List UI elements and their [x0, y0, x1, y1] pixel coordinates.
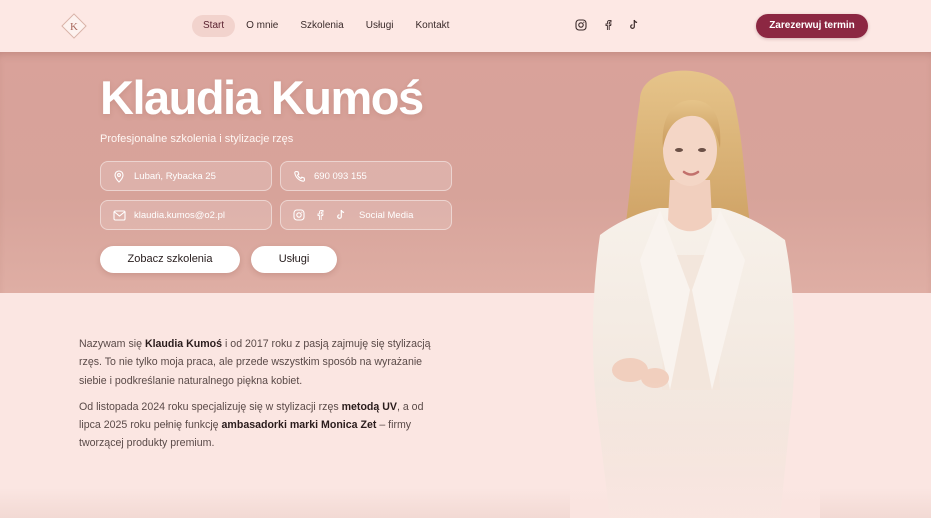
mail-icon	[112, 208, 126, 222]
logo-diamond-icon: K	[61, 13, 87, 39]
about-paragraph-2: Od listopada 2024 roku specjalizuję się …	[79, 400, 424, 450]
view-trainings-button[interactable]: Zobacz szkolenia	[100, 246, 240, 273]
instagram-icon[interactable]	[292, 208, 306, 222]
about-paragraph-1: Nazywam się Klaudia Kumoś i od 2017 roku…	[79, 338, 431, 387]
site-header: K Start O mnie Szkolenia Usługi Kontakt …	[0, 0, 931, 52]
nav-start[interactable]: Start	[192, 15, 236, 37]
book-appointment-button[interactable]: Zarezerwuj termin	[756, 14, 868, 38]
tiktok-icon[interactable]	[629, 19, 639, 31]
hero-subtitle: Profesjonalne szkolenia i stylizacje rzę…	[100, 133, 294, 145]
location-pill[interactable]: Lubań, Rybacka 25	[100, 161, 272, 191]
location-text: Lubań, Rybacka 25	[134, 170, 216, 182]
ambassador-highlight: ambasadorki marki Monica Zet	[221, 419, 377, 432]
phone-icon	[292, 169, 306, 183]
name-highlight: Klaudia Kumoś	[144, 338, 223, 350]
nav-uslugi[interactable]: Usługi	[355, 15, 405, 37]
about-section: Nazywam się Klaudia Kumoś i od 2017 roku…	[79, 335, 444, 461]
nav-o-mnie[interactable]: O mnie	[235, 15, 289, 37]
main-nav: Start O mnie Szkolenia Usługi Kontakt	[192, 15, 460, 37]
facebook-icon[interactable]	[603, 19, 613, 31]
logo[interactable]: K	[61, 13, 87, 39]
email-pill[interactable]: klaudia.kumos@o2.pl	[100, 200, 272, 230]
location-pin-icon	[112, 169, 126, 183]
uv-method-highlight: metodą UV	[341, 400, 397, 413]
email-text: klaudia.kumos@o2.pl	[134, 209, 225, 221]
social-media-label: Social Media	[359, 209, 414, 221]
phone-text: 690 093 155	[314, 170, 367, 182]
nav-kontakt[interactable]: Kontakt	[405, 15, 461, 37]
instagram-icon[interactable]	[575, 19, 587, 31]
logo-letter: K	[70, 21, 78, 33]
services-button[interactable]: Usługi	[251, 246, 337, 273]
facebook-icon[interactable]	[313, 208, 327, 222]
tiktok-icon[interactable]	[334, 208, 348, 222]
header-socials	[575, 19, 639, 31]
phone-pill[interactable]: 690 093 155	[280, 161, 452, 191]
hero-title: Klaudia Kumoś	[100, 71, 424, 124]
portrait-image	[570, 60, 820, 518]
social-media-pill[interactable]: Social Media	[280, 200, 452, 230]
nav-szkolenia[interactable]: Szkolenia	[289, 15, 354, 37]
